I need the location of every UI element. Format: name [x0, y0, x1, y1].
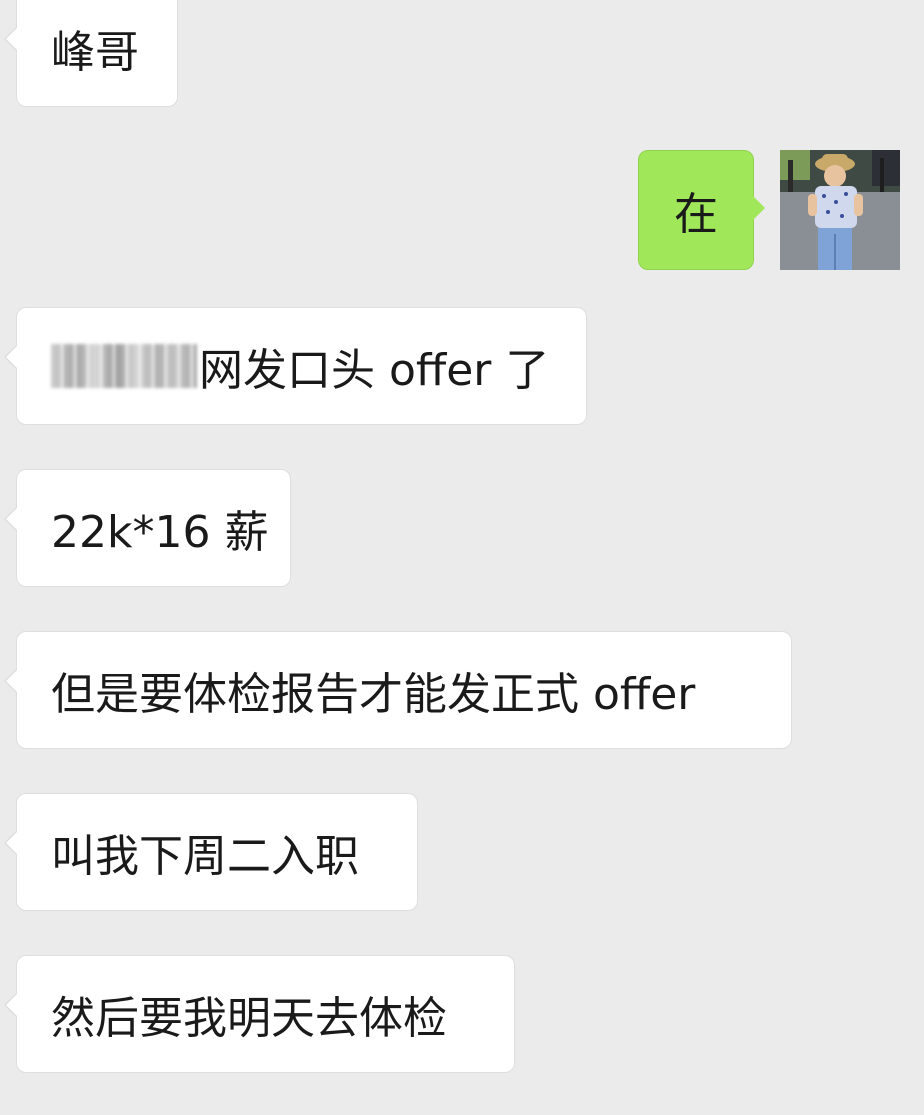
message-text: 在 — [674, 189, 718, 240]
child-photo-avatar-icon — [780, 150, 900, 270]
user-avatar[interactable] — [780, 150, 900, 270]
sent-message[interactable]: 在 — [638, 150, 765, 270]
message-text: 22k*16 薪 — [51, 507, 269, 558]
received-message[interactable]: 叫我下周二入职 — [4, 793, 418, 911]
received-message[interactable]: 22k*16 薪 — [4, 469, 291, 587]
received-message[interactable]: 峰哥 — [4, 0, 178, 107]
message-text: 但是要体检报告才能发正式 offer — [51, 669, 696, 720]
received-message[interactable]: 然后要我明天去体检 — [4, 955, 515, 1073]
message-text: 叫我下周二入职 — [51, 831, 359, 882]
received-message[interactable]: 但是要体检报告才能发正式 offer — [4, 631, 792, 749]
message-text: 网发口头 offer 了 — [199, 345, 550, 396]
received-message[interactable]: 网发口头 offer 了 — [4, 307, 587, 425]
message-text: 峰哥 — [51, 27, 139, 78]
redacted-text — [51, 344, 197, 388]
message-text: 然后要我明天去体检 — [51, 993, 447, 1044]
